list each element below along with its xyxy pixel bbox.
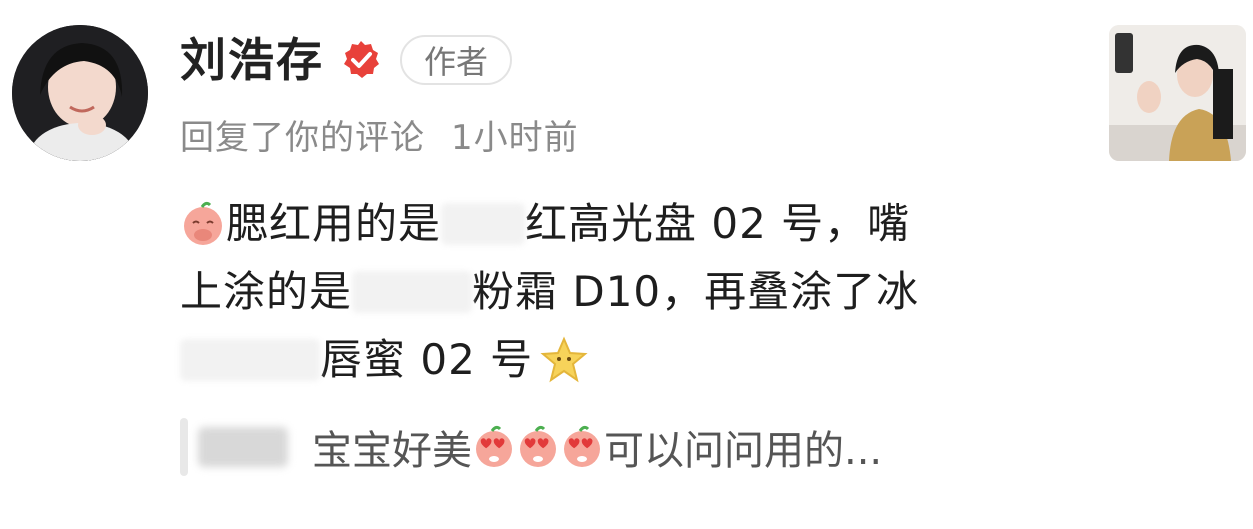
heart-eyes-peach-emoji-icon bbox=[520, 425, 556, 467]
timestamp: 1小时前 bbox=[451, 118, 579, 158]
comment-line: 上涂的是 粉霜 D10，再叠涂了冰 bbox=[180, 258, 1060, 326]
comment-text: 上涂的是 bbox=[180, 267, 353, 316]
author-tag-badge: 作者 bbox=[400, 35, 513, 85]
reply-text: 宝宝好美 bbox=[312, 428, 472, 474]
comment-text: 粉霜 D10，再叠涂了冰 bbox=[472, 267, 920, 316]
reply-action-text: 回复了你的评论 bbox=[180, 118, 425, 158]
comment-text: 红高光盘 02 号，嘴 bbox=[525, 199, 911, 248]
comment-text: 腮红用的是 bbox=[226, 199, 442, 248]
reply-text: 可以问问用的... bbox=[604, 428, 883, 474]
comment-text: 唇蜜 02 号 bbox=[320, 335, 534, 384]
shy-peach-emoji-icon bbox=[184, 201, 222, 245]
post-thumbnail[interactable] bbox=[1109, 25, 1246, 161]
redacted-username bbox=[198, 427, 288, 467]
comment-line: 腮红用的是 红高光盘 02 号，嘴 bbox=[180, 190, 1060, 258]
heart-eyes-peach-emoji-icon bbox=[564, 425, 600, 467]
redacted-text bbox=[180, 339, 320, 381]
star-emoji-icon bbox=[540, 336, 588, 383]
heart-eyes-peach-emoji-icon bbox=[476, 425, 512, 467]
comment-meta: 回复了你的评论 1小时前 bbox=[180, 110, 579, 159]
redacted-text bbox=[441, 203, 526, 245]
reply-quote-bar bbox=[180, 418, 188, 476]
author-avatar[interactable] bbox=[12, 25, 148, 161]
comment-line: 唇蜜 02 号 bbox=[180, 326, 1060, 394]
verified-badge-icon bbox=[344, 41, 379, 78]
author-name[interactable]: 刘浩存 bbox=[180, 30, 324, 90]
reply-preview[interactable]: 宝宝好美 可以问问用的... bbox=[180, 418, 882, 476]
comment-body: 腮红用的是 红高光盘 02 号，嘴 上涂的是 粉霜 D10，再叠涂了冰 唇蜜 0… bbox=[180, 190, 1060, 394]
redacted-text bbox=[352, 271, 473, 313]
comment-header: 刘浩存 作者 bbox=[180, 30, 513, 90]
